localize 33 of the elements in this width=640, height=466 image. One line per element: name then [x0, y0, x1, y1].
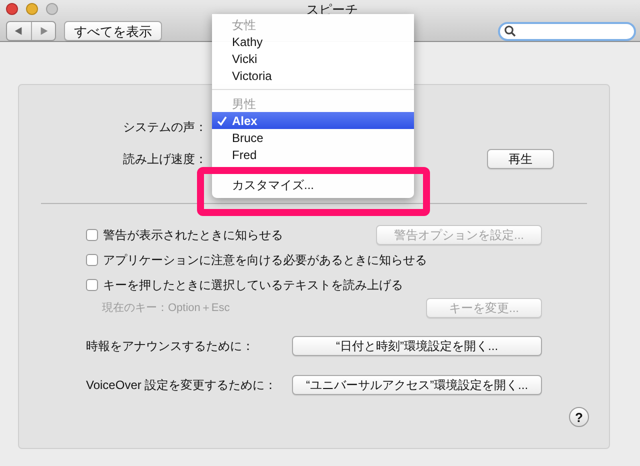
- search-field[interactable]: [498, 22, 636, 40]
- link-label: 時報をアナウンスするために：: [86, 338, 255, 355]
- open-preferences-button[interactable]: “ユニバーサルアクセス”環境設定を開く...: [292, 375, 542, 395]
- minimize-icon[interactable]: [26, 3, 38, 15]
- help-button[interactable]: ?: [569, 407, 589, 427]
- option-label: アプリケーションに注意を向ける必要があるときに知らせる: [103, 252, 427, 268]
- search-icon: [504, 25, 516, 37]
- current-key-text: 現在のキー：Option＋Esc: [102, 300, 230, 316]
- menu-item[interactable]: Vicki: [212, 50, 414, 67]
- link-label: VoiceOver 設定を変更するために：: [86, 377, 278, 394]
- window-title: スピーチ: [306, 2, 358, 16]
- menu-item[interactable]: Kathy: [212, 33, 414, 50]
- rate-label: 読み上げ速度：: [122, 151, 207, 168]
- checkbox[interactable]: [86, 254, 98, 266]
- checkbox[interactable]: [86, 278, 98, 290]
- option-label: 警告が表示されたときに知らせる: [103, 226, 283, 244]
- option-label: キーを押したときに選択しているテキストを読み上げる: [103, 276, 403, 294]
- menu-section-header: 女性: [232, 16, 256, 34]
- menu-item[interactable]: Fred: [212, 146, 414, 163]
- open-preferences-button[interactable]: “日付と時刻”環境設定を開く...: [292, 336, 542, 356]
- system-voice-label: システムの声：: [122, 119, 207, 136]
- close-icon[interactable]: [6, 3, 18, 15]
- back-forward-buttons[interactable]: [6, 21, 56, 41]
- menu-item[interactable]: カスタマイズ...: [212, 176, 414, 193]
- menu-section-header: 男性: [232, 96, 256, 112]
- checkmark-icon: [217, 116, 227, 126]
- menu-item[interactable]: Bruce: [212, 129, 414, 146]
- menu-item[interactable]: Victoria: [212, 67, 414, 84]
- zoom-icon[interactable]: [46, 3, 58, 15]
- play-button[interactable]: 再生: [487, 149, 554, 169]
- show-all-button[interactable]: すべてを表示: [64, 21, 162, 41]
- menu-item[interactable]: Alex: [212, 112, 414, 129]
- checkbox[interactable]: [86, 228, 98, 240]
